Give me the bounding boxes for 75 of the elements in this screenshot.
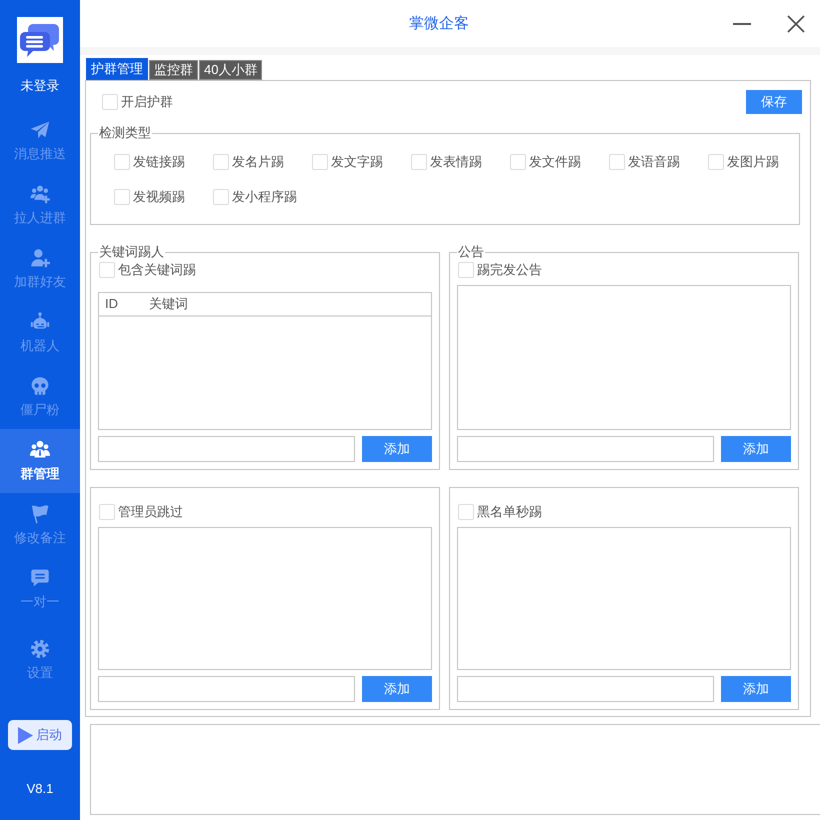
- add-button[interactable]: 添加: [721, 436, 791, 462]
- account-status: 未登录: [20, 78, 60, 94]
- add-button[interactable]: 添加: [721, 676, 791, 702]
- add-button[interactable]: 添加: [362, 436, 432, 462]
- users-icon: [30, 440, 50, 460]
- tab[interactable]: 监控群: [149, 60, 198, 80]
- save-button[interactable]: 保存: [746, 90, 802, 114]
- checkbox[interactable]: [99, 504, 115, 520]
- checkbox-label: 发表情踢: [430, 154, 482, 170]
- start-button[interactable]: 启动: [8, 720, 72, 750]
- checkbox-label: 发链接踢: [133, 154, 185, 170]
- checkbox-label: 黑名单秒踢: [477, 504, 542, 520]
- nav-item[interactable]: 群管理: [0, 429, 80, 493]
- checkbox-label: 发图片踢: [727, 154, 779, 170]
- checkbox[interactable]: [102, 94, 118, 110]
- close-button[interactable]: [787, 14, 805, 32]
- column-header[interactable]: 关键词: [149, 296, 188, 312]
- window-title: 掌微企客: [409, 14, 469, 34]
- checkbox-label: 发文件踢: [529, 154, 581, 170]
- skull-icon: [30, 376, 50, 396]
- checkbox[interactable]: [510, 154, 526, 170]
- checkbox-label: 发视频踢: [133, 189, 185, 205]
- checkbox[interactable]: [708, 154, 724, 170]
- checkbox-label: 开启护群: [121, 94, 173, 110]
- nav-item[interactable]: 设置: [0, 628, 80, 692]
- checkbox-label: 踢完发公告: [477, 262, 542, 278]
- nav-item[interactable]: 修改备注: [0, 493, 80, 557]
- group-title: 检测类型: [98, 125, 152, 141]
- checkbox[interactable]: [99, 262, 115, 278]
- nav-item[interactable]: 僵尸粉: [0, 365, 80, 429]
- checkbox[interactable]: [213, 154, 229, 170]
- text-input[interactable]: [98, 676, 355, 702]
- nav-item[interactable]: 拉人进群: [0, 173, 80, 237]
- checkbox-label: 发文字踢: [331, 154, 383, 170]
- group-title: 公告: [457, 244, 485, 260]
- text-area[interactable]: [457, 527, 791, 670]
- list-view[interactable]: ID 关键词: [98, 292, 432, 430]
- tab[interactable]: 40人小群: [199, 60, 262, 80]
- text-input[interactable]: [457, 676, 714, 702]
- users-plus-icon: [30, 184, 50, 204]
- checkbox-label: 管理员跳过: [118, 504, 183, 520]
- checkbox-label: 发语音踢: [628, 154, 680, 170]
- checkbox[interactable]: [213, 189, 229, 205]
- checkbox[interactable]: [411, 154, 427, 170]
- nav-item[interactable]: 一对一: [0, 557, 80, 621]
- checkbox[interactable]: [114, 189, 130, 205]
- checkbox-label: 发名片踢: [232, 154, 284, 170]
- nav-item[interactable]: 加群好友: [0, 237, 80, 301]
- add-button[interactable]: 添加: [362, 676, 432, 702]
- close-icon: [787, 14, 805, 32]
- checkbox-label: 发小程序踢: [232, 189, 297, 205]
- play-icon: [18, 726, 33, 744]
- checkbox[interactable]: [458, 262, 474, 278]
- flag-icon: [30, 504, 50, 524]
- app-logo: [17, 17, 63, 63]
- checkbox[interactable]: [312, 154, 328, 170]
- text-area[interactable]: [98, 527, 432, 670]
- nav-item[interactable]: 消息推送: [0, 109, 80, 173]
- minimize-icon: [733, 22, 751, 24]
- text-area[interactable]: [457, 285, 791, 430]
- checkbox[interactable]: [114, 154, 130, 170]
- checkbox[interactable]: [458, 504, 474, 520]
- column-header[interactable]: ID: [99, 296, 149, 312]
- text-input[interactable]: [457, 436, 714, 462]
- tab[interactable]: 护群管理: [86, 58, 148, 80]
- version-label: V8.1: [26, 781, 54, 797]
- chat-icon: [30, 568, 50, 588]
- checkbox[interactable]: [609, 154, 625, 170]
- text-input[interactable]: [98, 436, 355, 462]
- checkbox-label: 包含关键词踢: [118, 262, 196, 278]
- settings-icon: [30, 639, 50, 659]
- nav-item[interactable]: 机器人: [0, 301, 80, 365]
- paper-plane-icon: [30, 120, 50, 140]
- group-title: 关键词踢人: [98, 244, 165, 260]
- user-plus-icon: [30, 248, 50, 268]
